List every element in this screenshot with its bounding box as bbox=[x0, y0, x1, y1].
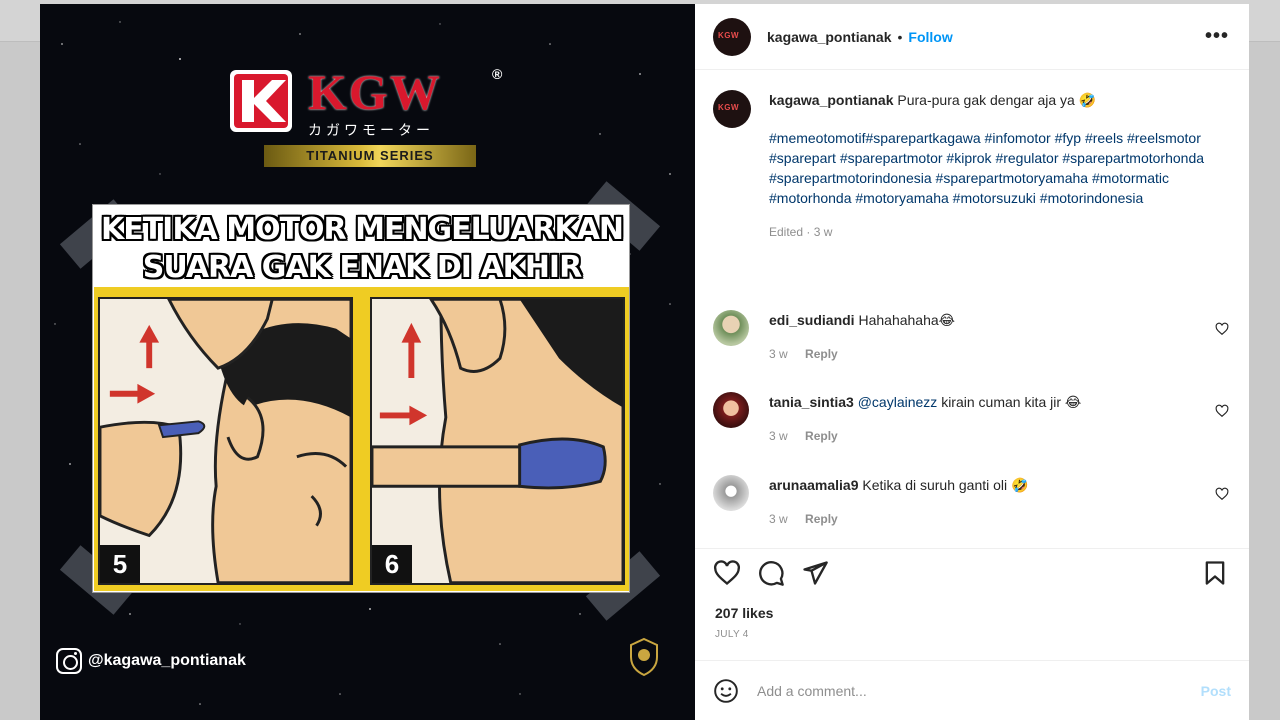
comment-avatar[interactable] bbox=[713, 310, 749, 346]
comment-input[interactable]: Add a comment... bbox=[757, 683, 1201, 699]
panel-number-right: 6 bbox=[372, 545, 412, 583]
comment-like-heart-icon[interactable] bbox=[1215, 404, 1229, 418]
comment-item: edi_sudiandi Hahahahaha😂 3 w Reply bbox=[713, 310, 1233, 370]
heart-icon[interactable] bbox=[713, 559, 741, 587]
reply-button[interactable]: Reply bbox=[805, 512, 838, 526]
post-date[interactable]: JULY 4 bbox=[715, 629, 749, 640]
comment-body: tania_sintia3 @caylainezz kirain cuman k… bbox=[769, 392, 1229, 446]
caption-username[interactable]: kagawa_pontianak bbox=[769, 92, 894, 108]
post-comment-button[interactable]: Post bbox=[1201, 683, 1231, 699]
comic-panel-right: 6 bbox=[370, 297, 625, 585]
panel-number-left: 5 bbox=[100, 545, 140, 583]
comment-meta: 3 w Reply bbox=[769, 344, 1229, 364]
reply-button[interactable]: Reply bbox=[805, 429, 838, 443]
comments-section[interactable]: kagawa_pontianak Pura-pura gak dengar aj… bbox=[695, 70, 1249, 546]
comment-username[interactable]: edi_sudiandi bbox=[769, 312, 855, 328]
action-icons bbox=[713, 559, 829, 587]
post-header: kagawa_pontianak • Follow ••• bbox=[695, 4, 1249, 70]
comment-username[interactable]: arunaamalia9 bbox=[769, 477, 859, 493]
comment-like-heart-icon[interactable] bbox=[1215, 487, 1229, 501]
comment-time: 3 w bbox=[769, 347, 788, 361]
registered-mark: ® bbox=[492, 66, 503, 82]
comment-item: tania_sintia3 @caylainezz kirain cuman k… bbox=[713, 392, 1233, 452]
author-avatar[interactable] bbox=[713, 17, 751, 56]
titanium-series-banner: TITANIUM SERIES bbox=[264, 145, 476, 167]
emoji-icon[interactable] bbox=[713, 678, 739, 704]
reply-button[interactable]: Reply bbox=[805, 347, 838, 361]
comment-meta: 3 w Reply bbox=[769, 509, 1229, 529]
instagram-icon bbox=[56, 648, 82, 674]
caption-meta: Edited · 3 w bbox=[769, 222, 1229, 242]
watermark-handle: @kagawa_pontianak bbox=[88, 652, 246, 669]
meme-card: KETIKA MOTOR MENGELUARKAN SUARA GAK ENAK… bbox=[92, 204, 630, 593]
more-options-icon[interactable]: ••• bbox=[1205, 26, 1229, 46]
caption-hashtags[interactable]: #memeotomotif#sparepartkagawa #infomotor… bbox=[769, 128, 1229, 208]
comment-meta: 3 w Reply bbox=[769, 426, 1229, 446]
post-side-panel: kagawa_pontianak • Follow ••• kagawa_pon… bbox=[695, 4, 1249, 720]
post-image[interactable]: KGW ® カガワモーター TITANIUM SERIES KETIKA MOT… bbox=[40, 4, 695, 720]
earplug-illustration-left bbox=[100, 299, 351, 583]
comment-avatar[interactable] bbox=[713, 475, 749, 511]
earplug-illustration-right bbox=[372, 299, 623, 583]
comment-body: arunaamalia9 Ketika di suruh ganti oli 🤣… bbox=[769, 475, 1229, 529]
caption-edited-time: Edited · 3 w bbox=[769, 225, 833, 239]
caption-row: kagawa_pontianak Pura-pura gak dengar aj… bbox=[713, 90, 1233, 290]
comic-strip: 5 6 bbox=[94, 287, 629, 591]
post-modal: KGW ® カガワモーター TITANIUM SERIES KETIKA MOT… bbox=[40, 4, 1249, 720]
add-comment-bar: Add a comment... Post bbox=[695, 660, 1249, 720]
comment-text: kirain cuman kita jir 😂 bbox=[941, 394, 1082, 410]
post-actions: 207 likes JULY 4 bbox=[695, 548, 1249, 660]
comment-avatar[interactable] bbox=[713, 392, 749, 428]
brand-katakana: カガワモーター bbox=[308, 122, 434, 138]
comment-icon[interactable] bbox=[757, 559, 785, 587]
comment-username[interactable]: tania_sintia3 bbox=[769, 394, 854, 410]
comment-text: Hahahahaha😂 bbox=[858, 312, 956, 328]
caption-text: Pura-pura gak dengar aja ya 🤣 bbox=[897, 92, 1097, 108]
comment-mention[interactable]: @caylainezz bbox=[858, 394, 938, 410]
comment-time: 3 w bbox=[769, 512, 788, 526]
header-separator: • bbox=[897, 28, 903, 45]
comment-item: arunaamalia9 Ketika di suruh ganti oli 🤣… bbox=[713, 475, 1233, 535]
bookmark-icon[interactable] bbox=[1201, 559, 1229, 587]
meme-caption-line-1: KETIKA MOTOR MENGELUARKAN bbox=[100, 212, 624, 247]
comment-time: 3 w bbox=[769, 429, 788, 443]
comment-like-heart-icon[interactable] bbox=[1215, 322, 1229, 336]
comment-body: edi_sudiandi Hahahahaha😂 3 w Reply bbox=[769, 310, 1229, 364]
follow-button[interactable]: Follow bbox=[908, 29, 952, 45]
comment-text: Ketika di suruh ganti oli 🤣 bbox=[862, 477, 1029, 493]
share-icon[interactable] bbox=[801, 559, 829, 587]
instagram-watermark: @kagawa_pontianak bbox=[56, 646, 246, 676]
author-username[interactable]: kagawa_pontianak bbox=[767, 29, 892, 45]
brand-wordmark: KGW bbox=[308, 64, 442, 120]
likes-count[interactable]: 207 likes bbox=[715, 605, 773, 621]
comic-panel-left: 5 bbox=[98, 297, 353, 585]
caption-text-block: kagawa_pontianak Pura-pura gak dengar aj… bbox=[769, 90, 1229, 242]
caption-avatar[interactable] bbox=[713, 90, 751, 128]
crest-logo-icon bbox=[630, 637, 658, 677]
kgw-k-emblem-icon bbox=[230, 70, 292, 132]
